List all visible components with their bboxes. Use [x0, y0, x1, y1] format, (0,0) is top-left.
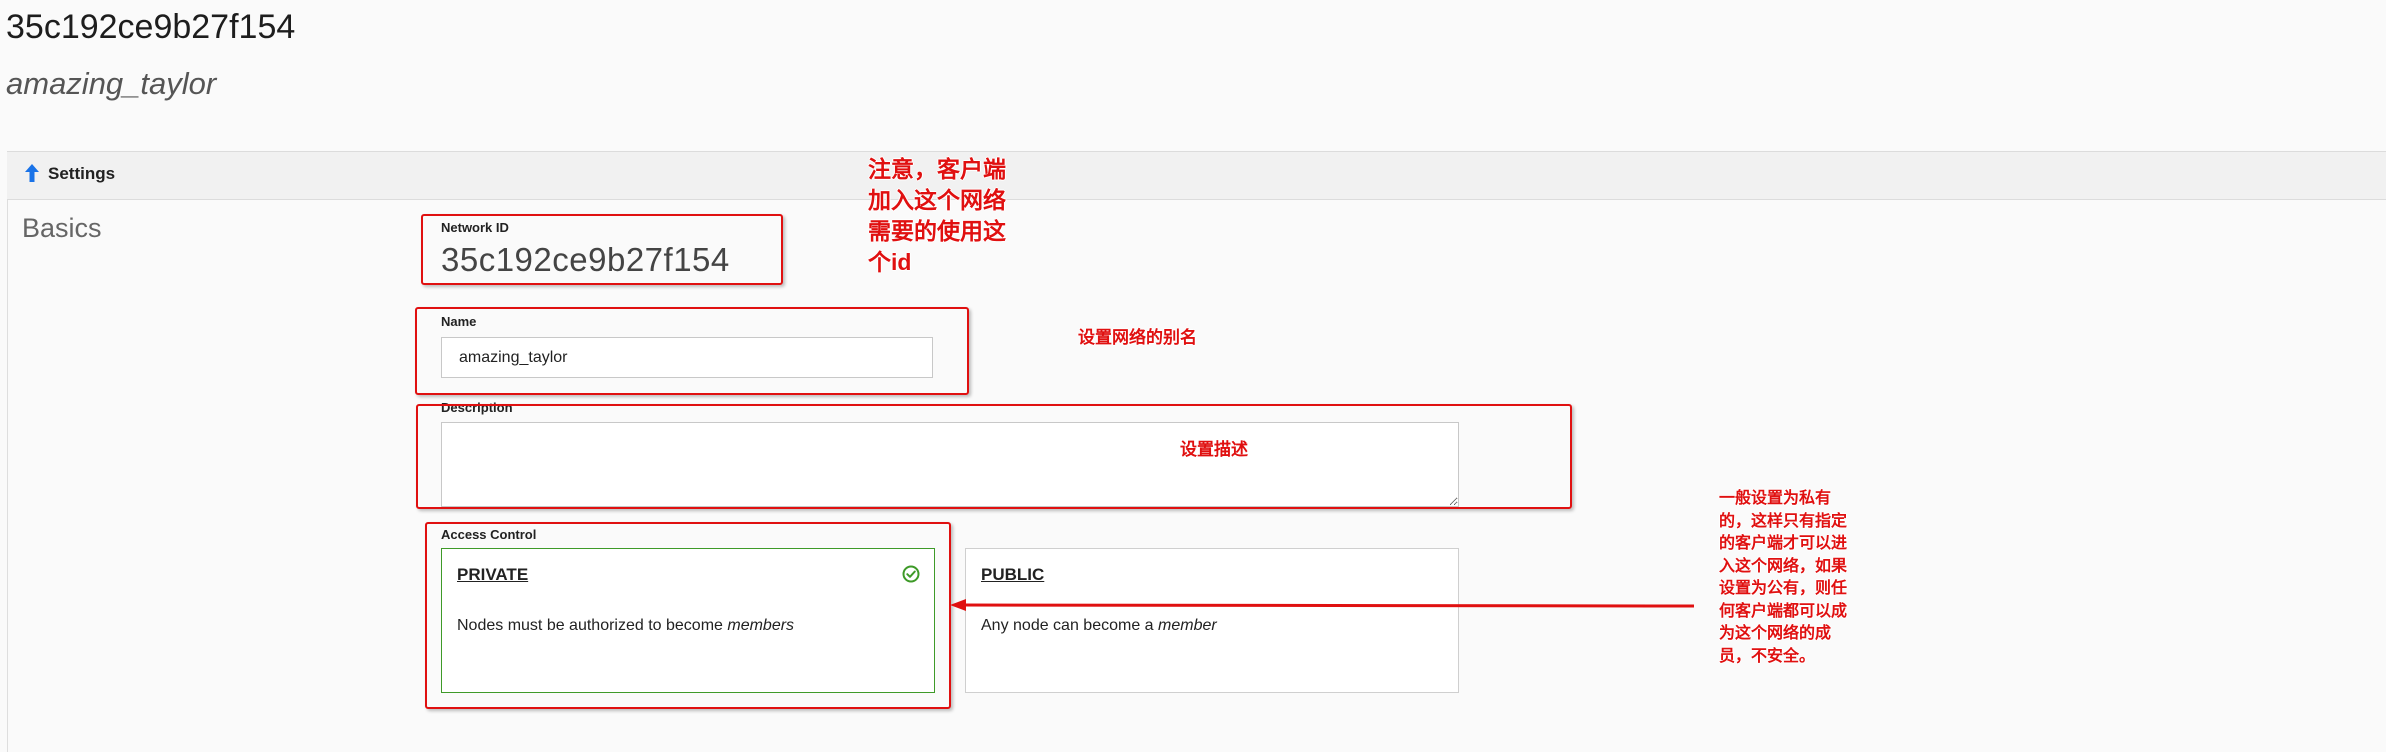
network-name-subtitle: amazing_taylor — [6, 66, 217, 101]
access-option-title: PUBLIC — [981, 565, 1045, 584]
annotation-arrow — [950, 599, 1695, 611]
annotation-description-note: 设置描述 — [1180, 440, 1248, 459]
network-id-heading: 35c192ce9b27f154 — [6, 8, 296, 46]
annotation-name-note: 设置网络的别名 — [1078, 328, 1197, 347]
access-option-description: Any node can become a member — [981, 617, 1217, 634]
settings-header[interactable] — [7, 151, 2386, 200]
annotation-box-network-id — [421, 214, 783, 285]
annotation-box-access-control — [425, 522, 951, 709]
annotation-network-id-note: 注意，客户端 加入这个网络 需要的使用这 个id — [868, 156, 1006, 275]
basics-heading: Basics — [22, 213, 102, 243]
settings-header-label[interactable]: Settings — [48, 164, 115, 184]
access-option-public[interactable]: PUBLIC Any node can become a member — [965, 548, 1459, 693]
arrow-up-icon[interactable] — [24, 163, 40, 183]
annotation-access-note: 一般设置为私有 的，这样只有指定 的客户端才可以进 入这个网络，如果 设置为公有… — [1719, 490, 1848, 665]
annotation-box-description — [416, 404, 1572, 509]
annotation-box-name — [415, 307, 969, 395]
